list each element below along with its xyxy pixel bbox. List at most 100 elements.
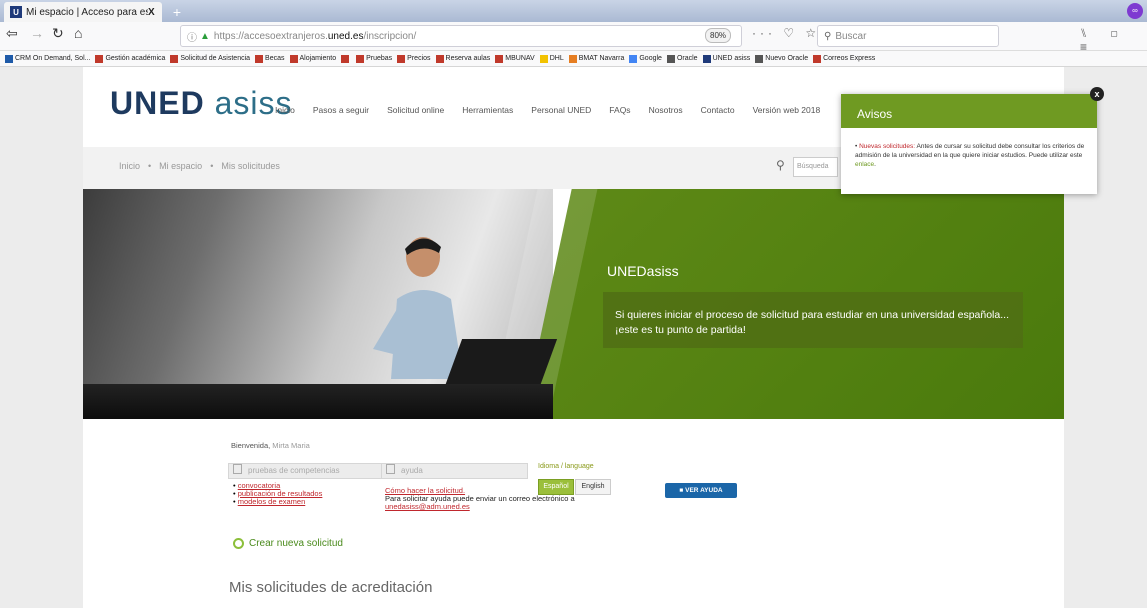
bookmark-item[interactable]: Correos Express <box>813 54 875 63</box>
document-icon <box>386 464 395 474</box>
bookmark-icon <box>495 54 504 63</box>
bookmark-icon <box>356 54 365 63</box>
page-actions-icon[interactable]: ··· ♡ ☆ <box>752 26 820 40</box>
favicon-icon: U <box>10 6 22 18</box>
bookmark-icon <box>289 54 298 63</box>
nav-item[interactable]: Versión web 2018 <box>753 105 821 115</box>
bookmark-item[interactable]: Nuevo Oracle <box>755 54 808 63</box>
browser-tab[interactable]: U Mi espacio | Acceso para estud X <box>4 2 162 22</box>
browser-search-input[interactable]: ⚲ Buscar <box>817 25 999 47</box>
bookmark-item[interactable]: Gestión académica <box>95 54 165 63</box>
back-icon[interactable]: ⇦ <box>6 25 18 42</box>
bookmark-label: UNED asiss <box>712 55 751 62</box>
bookmarks-bar: CRM On Demand, Sol... Gestión académica So… <box>0 51 1147 67</box>
nav-item[interactable]: Contacto <box>701 105 735 115</box>
breadcrumb-item[interactable]: Inicio <box>119 161 140 171</box>
search-icon: ⚲ <box>824 30 832 42</box>
bookmark-label: Precios <box>407 55 431 62</box>
bookmark-item[interactable]: CRM On Demand, Sol... <box>5 54 91 63</box>
create-application-button[interactable]: Crear nueva solicitud <box>233 538 343 549</box>
bookmark-item[interactable]: BMAT Navarra <box>568 54 624 63</box>
bookmark-item[interactable]: Pruebas <box>356 54 392 63</box>
desk-illustration <box>83 384 553 419</box>
bookmark-item[interactable]: Alojamiento <box>289 54 336 63</box>
bookmark-label: Google <box>639 55 662 62</box>
section-title: Mis solicitudes de acreditación <box>229 579 433 596</box>
bookmark-item[interactable]: Oracle <box>666 54 698 63</box>
url-domain: uned.es <box>327 30 364 42</box>
hero-title: UNEDasiss <box>607 263 679 279</box>
nav-item[interactable]: Herramientas <box>462 105 513 115</box>
search-icon[interactable]: ⚲ <box>776 158 785 172</box>
bookmark-icon <box>755 54 764 63</box>
home-icon[interactable]: ⌂ <box>74 25 82 41</box>
profile-icon[interactable]: ∞ <box>1127 3 1143 19</box>
bookmark-icon <box>5 54 13 63</box>
competency-tests-header: pruebas de competencias <box>228 463 385 479</box>
notices-title: Avisos <box>841 94 1097 128</box>
bookmark-icon <box>255 54 264 63</box>
nav-item[interactable]: FAQs <box>609 105 630 115</box>
nav-item[interactable]: Personal UNED <box>531 105 591 115</box>
bookmark-label: Reserva aulas <box>445 55 491 62</box>
bookmark-item[interactable]: Solicitud de Asistencia <box>170 54 250 63</box>
bookmark-icon <box>629 54 638 63</box>
search-placeholder: Buscar <box>835 30 867 42</box>
site-logo[interactable]: UNED asiss <box>110 85 292 122</box>
info-icon[interactable]: ⓘ <box>187 29 197 44</box>
bookmark-label: Oracle <box>676 55 698 62</box>
nav-item[interactable]: Nosotros <box>649 105 683 115</box>
bookmark-item[interactable] <box>341 54 351 63</box>
english-language-button[interactable]: English <box>575 479 611 495</box>
bookmark-label: CRM On Demand, Sol... <box>15 55 91 62</box>
help-email-link[interactable]: unedasiss@adm.uned.es <box>385 502 470 511</box>
list-item: • modelos de examen <box>233 497 306 506</box>
nav-item[interactable]: Pasos a seguir <box>313 105 369 115</box>
competency-link[interactable]: modelos de examen <box>238 497 306 506</box>
breadcrumb-item[interactable]: Mi espacio <box>159 161 202 171</box>
bookmark-icon <box>170 54 179 63</box>
breadcrumb-item[interactable]: Mis solicitudes <box>221 161 280 171</box>
bookmark-item[interactable]: Google <box>629 54 662 63</box>
bookmark-label: Becas <box>265 55 285 62</box>
bookmark-item[interactable]: Reserva aulas <box>435 54 491 63</box>
competency-links-list: • convocatoria • publicación de resultado… <box>233 482 322 506</box>
main-navigation: Inicio Pasos a seguir Solicitud online Herr… <box>275 105 838 115</box>
notice-link[interactable]: enlace <box>855 161 874 168</box>
document-icon <box>233 464 242 474</box>
new-tab-button[interactable]: + <box>166 4 188 20</box>
notice-label: Nuevas solicitudes: <box>859 143 916 150</box>
url-bar[interactable]: ⓘ ▲ https://accesoextranjeros. uned.es/in… <box>180 25 742 47</box>
bookmark-icon <box>539 54 548 63</box>
bookmark-icon <box>702 54 711 63</box>
bookmark-icon <box>568 54 577 63</box>
reload-icon[interactable]: ↻ <box>52 25 64 42</box>
add-circle-icon <box>233 538 244 549</box>
bookmark-item[interactable]: UNED asiss <box>702 54 751 63</box>
create-label: Crear nueva solicitud <box>249 538 343 549</box>
bookmark-icon <box>95 54 104 63</box>
laptop-illustration <box>443 339 558 389</box>
tab-title: Mi espacio | Acceso para estud <box>26 6 148 18</box>
tab-close-button[interactable]: X <box>148 7 162 18</box>
breadcrumb: Inicio • Mi espacio • Mis solicitudes <box>119 161 280 171</box>
library-icon[interactable]: ⑊ ▢ ≡ <box>1080 26 1147 54</box>
bookmark-icon <box>435 54 444 63</box>
bookmark-item[interactable]: Becas <box>255 54 285 63</box>
site-search-input[interactable]: Búsqueda <box>793 157 838 177</box>
nav-item[interactable]: Solicitud online <box>387 105 444 115</box>
bookmark-item[interactable]: Precios <box>397 54 431 63</box>
url-prefix: https://accesoextranjeros. <box>213 30 328 42</box>
bookmark-icon <box>341 54 350 63</box>
bookmark-item[interactable]: MBUNAV <box>495 54 535 63</box>
hero-banner: UNEDasiss Si quieres iniciar el proceso … <box>83 189 1064 419</box>
spanish-language-button[interactable]: Español <box>538 479 574 495</box>
bookmark-item[interactable]: DHL <box>539 54 564 63</box>
nav-item[interactable]: Inicio <box>275 105 295 115</box>
forward-icon[interactable]: → <box>30 25 44 41</box>
close-icon[interactable]: x <box>1090 87 1104 101</box>
bookmark-icon <box>813 54 822 63</box>
view-help-button[interactable]: ■ VER AYUDA <box>665 483 737 498</box>
zoom-indicator[interactable]: 80% <box>705 28 732 43</box>
breadcrumb-separator: • <box>148 161 152 171</box>
